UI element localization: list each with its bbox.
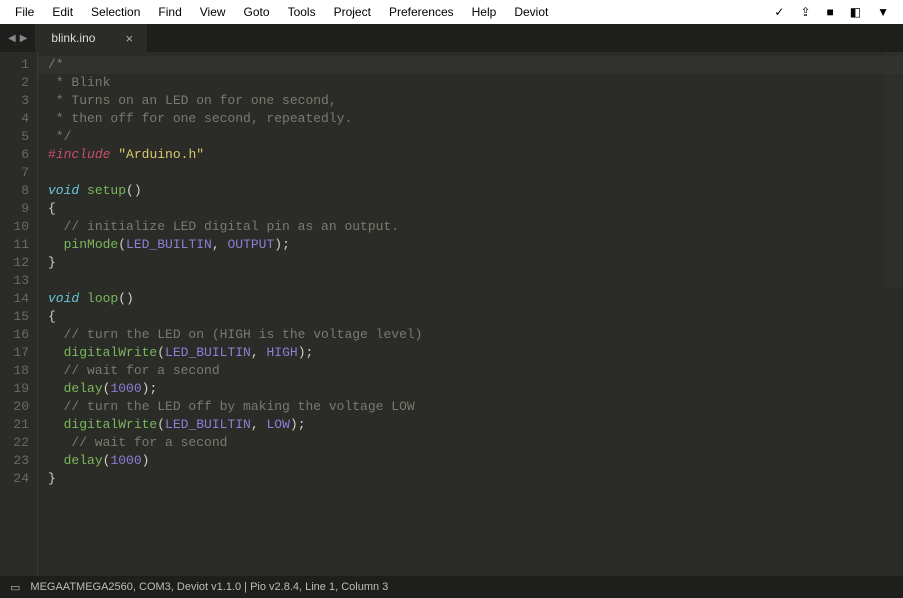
code-line[interactable] (48, 272, 903, 290)
code-line[interactable]: } (48, 254, 903, 272)
check-icon[interactable]: ✓ (766, 5, 792, 19)
line-number: 4 (0, 110, 29, 128)
code-line[interactable]: #include "Arduino.h" (48, 146, 903, 164)
line-number: 12 (0, 254, 29, 272)
status-text: MEGAATMEGA2560, COM3, Deviot v1.1.0 | Pi… (30, 581, 388, 593)
menu-find[interactable]: Find (149, 5, 190, 19)
menu-tools[interactable]: Tools (279, 5, 325, 19)
line-number: 3 (0, 92, 29, 110)
panel-icon[interactable]: ▭ (10, 581, 20, 594)
line-number: 11 (0, 236, 29, 254)
code-line[interactable]: void setup() (48, 182, 903, 200)
code-line[interactable]: } (48, 470, 903, 488)
line-number: 13 (0, 272, 29, 290)
menu-project[interactable]: Project (325, 5, 380, 19)
tab-nav-arrows: ◀ ▶ (0, 33, 35, 44)
monitor-icon[interactable]: ■ (819, 5, 842, 19)
code-line[interactable]: digitalWrite(LED_BUILTIN, HIGH); (48, 344, 903, 362)
tab-prev-icon[interactable]: ◀ (6, 33, 18, 44)
menu-preferences[interactable]: Preferences (380, 5, 463, 19)
code-line[interactable]: digitalWrite(LED_BUILTIN, LOW); (48, 416, 903, 434)
line-number: 16 (0, 326, 29, 344)
line-number: 23 (0, 452, 29, 470)
line-number: 15 (0, 308, 29, 326)
menu-help[interactable]: Help (463, 5, 506, 19)
line-number: 18 (0, 362, 29, 380)
line-number: 2 (0, 74, 29, 92)
status-bar: ▭ MEGAATMEGA2560, COM3, Deviot v1.1.0 | … (0, 576, 903, 598)
line-number: 8 (0, 182, 29, 200)
line-number: 19 (0, 380, 29, 398)
line-number: 20 (0, 398, 29, 416)
editor: 123456789101112131415161718192021222324 … (0, 52, 903, 576)
line-number: 24 (0, 470, 29, 488)
line-number: 6 (0, 146, 29, 164)
tab-active[interactable]: blink.ino × (35, 24, 147, 52)
line-number: 21 (0, 416, 29, 434)
minimap[interactable] (885, 52, 903, 576)
code-line[interactable]: delay(1000) (48, 452, 903, 470)
line-number: 10 (0, 218, 29, 236)
menu-deviot[interactable]: Deviot (505, 5, 557, 19)
menu-view[interactable]: View (191, 5, 235, 19)
code-line[interactable]: * then off for one second, repeatedly. (48, 110, 903, 128)
line-number: 17 (0, 344, 29, 362)
code-area[interactable]: /* * Blink * Turns on an LED on for one … (38, 52, 903, 576)
code-line[interactable]: delay(1000); (48, 380, 903, 398)
line-number: 22 (0, 434, 29, 452)
close-icon[interactable]: × (125, 31, 133, 46)
tab-title: blink.ino (51, 31, 95, 45)
code-line[interactable]: pinMode(LED_BUILTIN, OUTPUT); (48, 236, 903, 254)
tab-strip: ◀ ▶ blink.ino × (0, 24, 903, 52)
line-number: 1 (0, 56, 29, 74)
code-line[interactable]: * Blink (48, 74, 903, 92)
menu-edit[interactable]: Edit (43, 5, 82, 19)
serial-icon[interactable]: ◧ (842, 5, 869, 19)
upload-icon[interactable]: ⇪ (792, 5, 818, 19)
code-line[interactable]: // turn the LED on (HIGH is the voltage … (48, 326, 903, 344)
cursor-line-highlight (38, 56, 903, 74)
code-line[interactable]: // turn the LED off by making the voltag… (48, 398, 903, 416)
dropdown-icon[interactable]: ▼ (869, 5, 897, 19)
line-number: 9 (0, 200, 29, 218)
line-number: 7 (0, 164, 29, 182)
code-line[interactable]: * Turns on an LED on for one second, (48, 92, 903, 110)
code-line[interactable]: */ (48, 128, 903, 146)
code-line[interactable]: { (48, 308, 903, 326)
code-line[interactable]: { (48, 200, 903, 218)
line-number: 14 (0, 290, 29, 308)
menu-bar: FileEditSelectionFindViewGotoToolsProjec… (0, 0, 903, 24)
line-number: 5 (0, 128, 29, 146)
code-line[interactable] (48, 164, 903, 182)
code-line[interactable]: void loop() (48, 290, 903, 308)
code-line[interactable]: // wait for a second (48, 362, 903, 380)
line-number-gutter: 123456789101112131415161718192021222324 (0, 52, 38, 576)
code-line[interactable]: // initialize LED digital pin as an outp… (48, 218, 903, 236)
menu-selection[interactable]: Selection (82, 5, 149, 19)
menu-file[interactable]: File (6, 5, 43, 19)
code-line[interactable]: // wait for a second (48, 434, 903, 452)
tab-next-icon[interactable]: ▶ (18, 33, 30, 44)
menu-goto[interactable]: Goto (235, 5, 279, 19)
